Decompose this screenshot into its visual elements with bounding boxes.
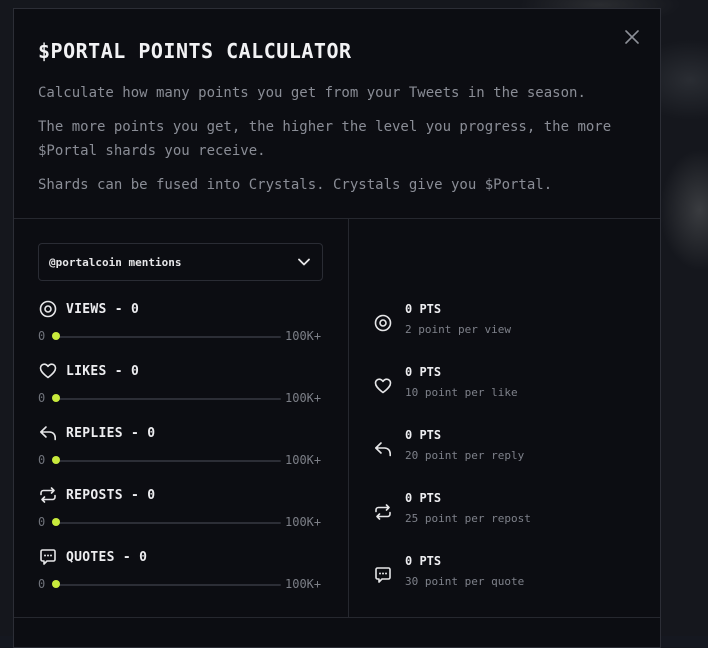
slider-max-label: 100K+ — [285, 453, 322, 467]
slider-thumb[interactable] — [52, 456, 60, 464]
repost-icon — [38, 485, 58, 505]
metric-label: REPLIES - 0 — [66, 425, 156, 441]
points-views: 0 PTS 2 point per view — [373, 301, 511, 337]
slider-max-label: 100K+ — [285, 577, 322, 591]
slider-max-label: 100K+ — [285, 329, 322, 343]
slider-min-label: 0 — [38, 577, 46, 591]
slider-max-label: 100K+ — [285, 391, 322, 405]
slider-max-label: 100K+ — [285, 515, 322, 529]
metric-views: VIEWS - 0 0 100K+ — [38, 299, 348, 361]
points-panel: 0 PTS 2 point per view 0 PTS 10 point pe… — [349, 219, 660, 617]
metric-label: QUOTES - 0 — [66, 549, 148, 565]
quote-icon — [373, 565, 393, 585]
quotes-slider[interactable]: 0 100K+ — [38, 577, 348, 593]
metric-label: REPOSTS - 0 — [66, 487, 156, 503]
reply-icon — [373, 439, 393, 459]
slider-thumb[interactable] — [52, 580, 60, 588]
modal-header: $PORTAL POINTS CALCULATOR Calculate how … — [14, 9, 660, 219]
points-rate: 25 point per repost — [405, 512, 531, 525]
modal-title: $PORTAL POINTS CALCULATOR — [38, 39, 352, 63]
metric-reposts: REPOSTS - 0 0 100K+ — [38, 485, 348, 547]
views-slider[interactable]: 0 100K+ — [38, 329, 348, 345]
points-rate: 20 point per reply — [405, 449, 525, 462]
points-value: 0 PTS — [405, 554, 442, 568]
repost-icon — [373, 502, 393, 522]
slider-min-label: 0 — [38, 329, 46, 343]
points-rate: 2 point per view — [405, 323, 511, 336]
points-value: 0 PTS — [405, 428, 442, 442]
points-reposts: 0 PTS 25 point per repost — [373, 490, 531, 526]
slider-track[interactable] — [54, 522, 281, 524]
eye-icon — [373, 313, 393, 333]
description-line: Calculate how many points you get from y… — [38, 85, 586, 101]
metric-label: VIEWS - 0 — [66, 301, 140, 317]
close-icon[interactable] — [624, 29, 640, 45]
slider-track[interactable] — [54, 398, 281, 400]
slider-thumb[interactable] — [52, 518, 60, 526]
likes-slider[interactable]: 0 100K+ — [38, 391, 348, 407]
calculator-body: @portalcoin mentions VIEWS - 0 0 100K+ L… — [14, 219, 660, 617]
points-calculator-modal: $PORTAL POINTS CALCULATOR Calculate how … — [13, 8, 661, 648]
points-replies: 0 PTS 20 point per reply — [373, 427, 524, 463]
replies-slider[interactable]: 0 100K+ — [38, 453, 348, 469]
reply-icon — [38, 423, 58, 443]
footer-divider — [14, 617, 660, 618]
description-line: The more points you get, the higher the … — [38, 119, 612, 159]
slider-thumb[interactable] — [52, 332, 60, 340]
slider-track[interactable] — [54, 460, 281, 462]
chevron-down-icon — [298, 258, 310, 266]
reposts-slider[interactable]: 0 100K+ — [38, 515, 348, 531]
points-value: 0 PTS — [405, 365, 442, 379]
points-likes: 0 PTS 10 point per like — [373, 364, 518, 400]
slider-min-label: 0 — [38, 391, 46, 405]
mention-source-select[interactable]: @portalcoin mentions — [38, 243, 323, 281]
slider-track[interactable] — [54, 336, 281, 338]
points-quotes: 0 PTS 30 point per quote — [373, 553, 524, 589]
metric-quotes: QUOTES - 0 0 100K+ — [38, 547, 348, 609]
slider-track[interactable] — [54, 584, 281, 586]
metric-replies: REPLIES - 0 0 100K+ — [38, 423, 348, 485]
points-rate: 10 point per like — [405, 386, 518, 399]
slider-min-label: 0 — [38, 453, 46, 467]
metric-likes: LIKES - 0 0 100K+ — [38, 361, 348, 423]
select-value: @portalcoin mentions — [49, 255, 182, 269]
slider-thumb[interactable] — [52, 394, 60, 402]
heart-icon — [38, 361, 58, 381]
description-line: Shards can be fused into Crystals. Cryst… — [38, 177, 553, 193]
eye-icon — [38, 299, 58, 319]
points-value: 0 PTS — [405, 302, 442, 316]
metric-label: LIKES - 0 — [66, 363, 140, 379]
points-rate: 30 point per quote — [405, 575, 525, 588]
points-value: 0 PTS — [405, 491, 442, 505]
quote-icon — [38, 547, 58, 567]
metrics-panel: @portalcoin mentions VIEWS - 0 0 100K+ L… — [14, 219, 349, 617]
slider-min-label: 0 — [38, 515, 46, 529]
heart-icon — [373, 376, 393, 396]
